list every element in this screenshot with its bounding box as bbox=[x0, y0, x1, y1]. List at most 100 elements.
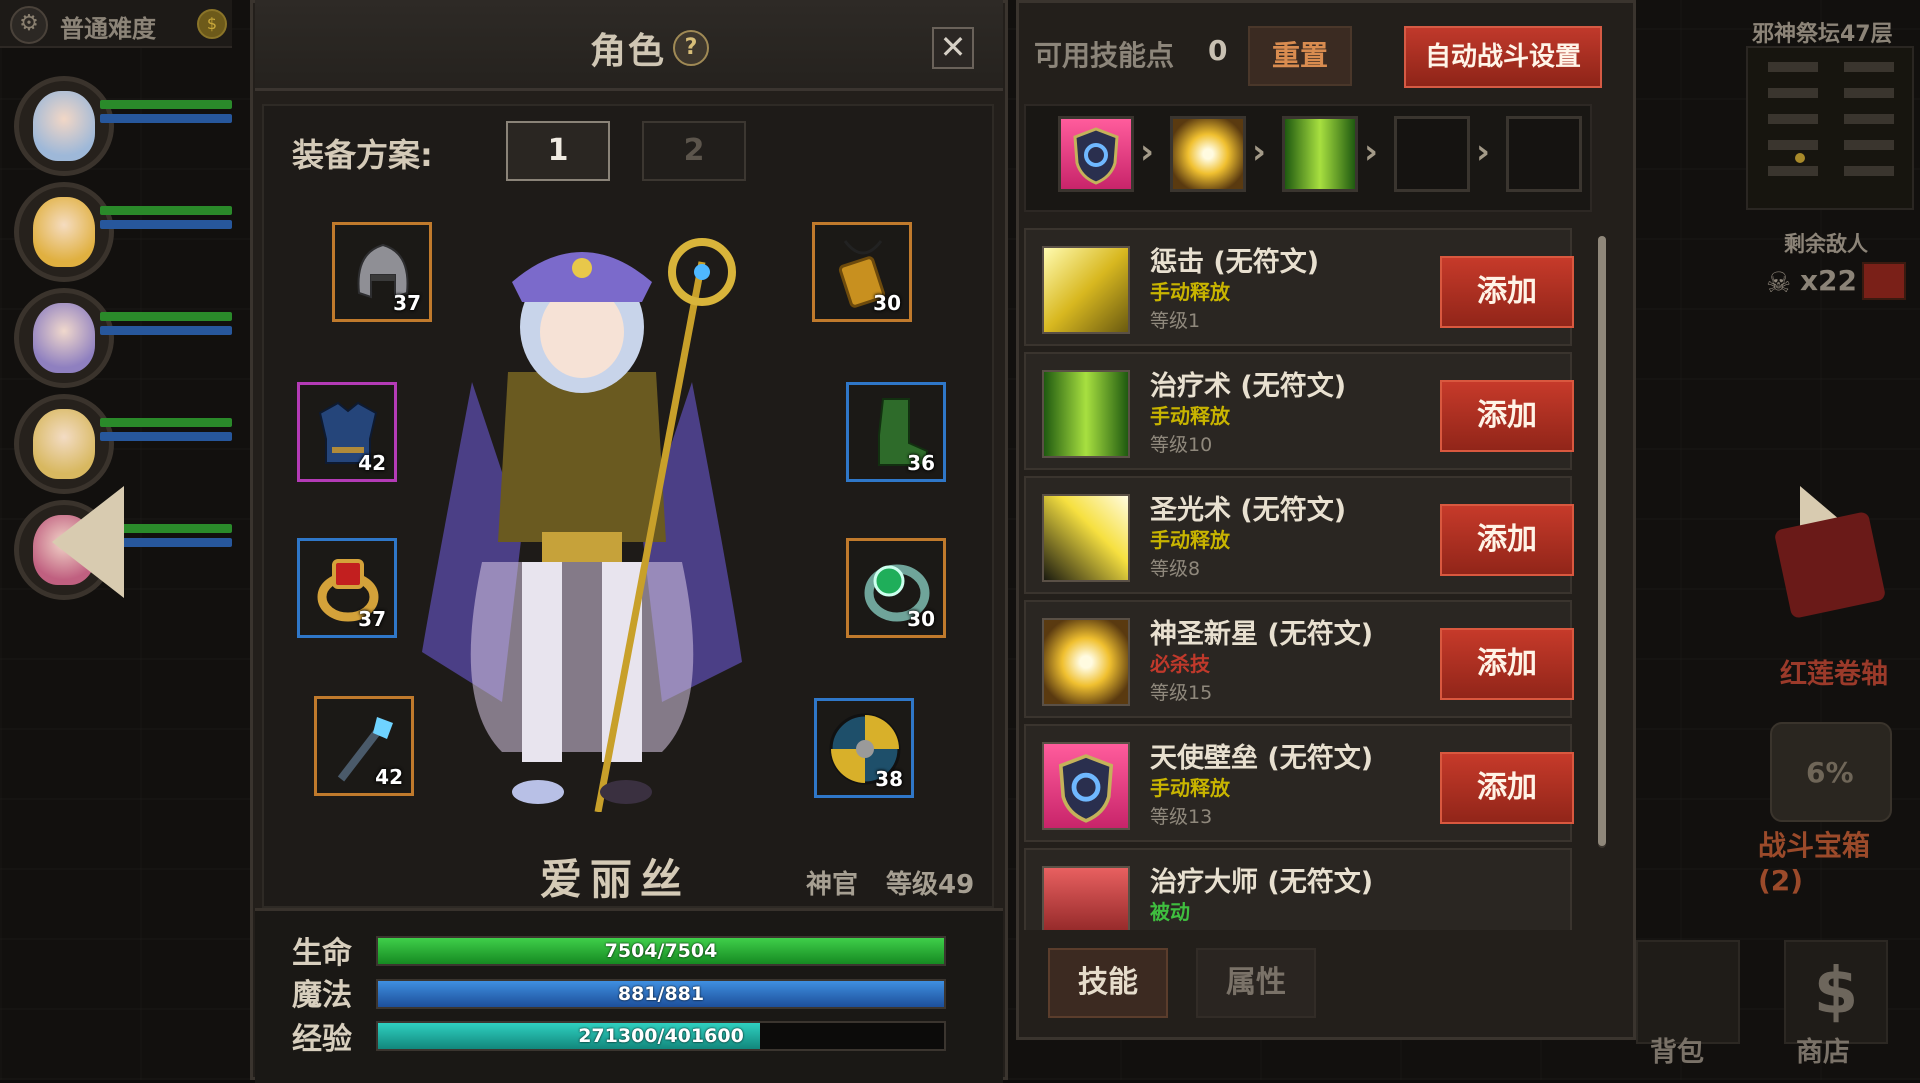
help-icon[interactable]: ? bbox=[673, 30, 709, 66]
scrollbar-thumb[interactable] bbox=[1598, 236, 1606, 846]
auto-battle-settings-button[interactable]: 自动战斗设置 bbox=[1404, 26, 1602, 88]
skill-level: 等级15 bbox=[1150, 682, 1213, 704]
bag-icon[interactable] bbox=[1636, 940, 1740, 1044]
reset-button[interactable]: 重置 bbox=[1248, 26, 1352, 86]
tab-skills[interactable]: 技能 bbox=[1048, 948, 1168, 1018]
shop-icon[interactable]: $ bbox=[1784, 940, 1888, 1044]
treasure-chest-icon bbox=[1862, 262, 1906, 300]
add-skill-button[interactable]: 添加 bbox=[1440, 752, 1574, 824]
weapon-slot[interactable]: 42 bbox=[314, 696, 414, 796]
difficulty-label: 普通难度 bbox=[60, 15, 156, 43]
skill-type: 手动释放 bbox=[1150, 776, 1230, 800]
skill-row[interactable]: 治疗大师 (无符文) 被动 bbox=[1024, 848, 1572, 930]
holy-nova-icon bbox=[1042, 618, 1130, 706]
hero-hp-bar bbox=[100, 312, 232, 321]
chain-slot-shield-skill[interactable] bbox=[1058, 116, 1134, 192]
item-level: 42 bbox=[375, 765, 403, 789]
character-level: 等级49 bbox=[886, 870, 975, 900]
skill-type: 手动释放 bbox=[1150, 528, 1230, 552]
xp-value: 271300/401600 bbox=[578, 1025, 744, 1047]
skill-name: 天使壁垒 (无符文) bbox=[1150, 743, 1374, 774]
equipment-plan-1-button[interactable]: 1 bbox=[506, 121, 610, 181]
gear-icon[interactable]: ⚙ bbox=[10, 6, 48, 44]
chain-arrow-icon: › bbox=[1140, 132, 1155, 172]
remaining-enemies-label: 剩余敌人 bbox=[1784, 232, 1868, 256]
boots-slot[interactable]: 36 bbox=[846, 382, 946, 482]
hero-mp-bar bbox=[100, 326, 232, 335]
amulet-slot[interactable]: 30 bbox=[812, 222, 912, 322]
chain-slot-empty[interactable] bbox=[1506, 116, 1582, 192]
armor-slot[interactable]: 42 bbox=[297, 382, 397, 482]
xp-bar: 271300/401600 bbox=[376, 1021, 946, 1051]
shield-slot[interactable]: 38 bbox=[814, 698, 914, 798]
add-skill-button[interactable]: 添加 bbox=[1440, 628, 1574, 700]
dungeon-floor-label: 邪神祭坛47层 bbox=[1752, 22, 1893, 47]
minimap[interactable] bbox=[1746, 46, 1914, 210]
red-lotus-scroll-label: 红莲卷轴 bbox=[1780, 659, 1888, 690]
party-hero-portrait[interactable] bbox=[14, 394, 114, 494]
smite-icon bbox=[1042, 246, 1130, 334]
party-hero-portrait[interactable] bbox=[14, 182, 114, 282]
xp-label: 经验 bbox=[292, 1022, 352, 1057]
skill-row[interactable]: 天使壁垒 (无符文) 手动释放 等级13 添加 bbox=[1024, 724, 1574, 842]
master-healer-icon bbox=[1042, 866, 1130, 930]
minimap-icon bbox=[1768, 62, 1894, 176]
ring-right-slot[interactable]: 30 bbox=[846, 538, 946, 638]
chain-slot-empty[interactable] bbox=[1394, 116, 1470, 192]
shop-label: 商店 bbox=[1796, 1037, 1850, 1068]
skull-icon: ☠ bbox=[1766, 266, 1792, 299]
skill-name: 神圣新星 (无符文) bbox=[1150, 619, 1374, 650]
skill-level: 等级8 bbox=[1150, 558, 1201, 580]
skill-list-scrollbar[interactable] bbox=[1598, 236, 1606, 848]
angel-shield-icon bbox=[1073, 127, 1119, 185]
skill-name: 治疗术 (无符文) bbox=[1150, 371, 1347, 402]
item-level: 36 bbox=[907, 451, 935, 475]
equipment-plan-2-button[interactable]: 2 bbox=[642, 121, 746, 181]
party-hero-portrait[interactable] bbox=[14, 288, 114, 388]
skill-row[interactable]: 惩击 (无符文) 手动释放 等级1 添加 bbox=[1024, 228, 1574, 346]
heal-icon bbox=[1042, 370, 1130, 458]
chain-arrow-icon: › bbox=[1476, 132, 1491, 172]
item-level: 42 bbox=[358, 451, 386, 475]
equipment-plan-label: 装备方案: bbox=[292, 136, 433, 174]
hero-mp-bar bbox=[100, 220, 232, 229]
item-level: 38 bbox=[875, 767, 903, 791]
remaining-enemies-count: x22 bbox=[1800, 264, 1858, 297]
party-hero-portrait[interactable] bbox=[14, 76, 114, 176]
add-skill-button[interactable]: 添加 bbox=[1440, 504, 1574, 576]
skill-row[interactable]: 神圣新星 (无符文) 必杀技 等级15 添加 bbox=[1024, 600, 1574, 718]
holy-light-icon bbox=[1042, 494, 1130, 582]
tab-attributes[interactable]: 属性 bbox=[1196, 948, 1316, 1018]
character-portrait bbox=[422, 238, 742, 812]
angel-shield-icon bbox=[1042, 742, 1130, 830]
hp-bar: 7504/7504 bbox=[376, 936, 946, 966]
add-skill-button[interactable]: 添加 bbox=[1440, 380, 1574, 452]
skill-row[interactable]: 治疗术 (无符文) 手动释放 等级10 添加 bbox=[1024, 352, 1574, 470]
previous-character-arrow-icon[interactable] bbox=[52, 486, 124, 598]
skill-name: 圣光术 (无符文) bbox=[1150, 495, 1347, 526]
chain-slot-holy-nova-skill[interactable] bbox=[1170, 116, 1246, 192]
skill-type: 必杀技 bbox=[1150, 652, 1210, 676]
close-button[interactable]: ✕ bbox=[932, 27, 974, 69]
item-level: 30 bbox=[907, 607, 935, 631]
skill-level: 等级10 bbox=[1150, 434, 1213, 456]
battle-chest-label: 战斗宝箱 (2) bbox=[1758, 829, 1871, 897]
hero-hp-bar bbox=[100, 418, 232, 427]
skill-type: 手动释放 bbox=[1150, 404, 1230, 428]
ring-left-slot[interactable]: 37 bbox=[297, 538, 397, 638]
chain-slot-heal-skill[interactable] bbox=[1282, 116, 1358, 192]
hero-hp-bar bbox=[100, 206, 232, 215]
coin-icon[interactable]: $ bbox=[197, 9, 227, 39]
hero-mp-bar bbox=[100, 432, 232, 441]
skill-type: 手动释放 bbox=[1150, 280, 1230, 304]
skill-name: 惩击 (无符文) bbox=[1150, 247, 1320, 278]
battle-chest-progress: 6% bbox=[1806, 756, 1854, 789]
skill-list: 惩击 (无符文) 手动释放 等级1 添加 治疗术 (无符文) 手动释放 等级10… bbox=[1024, 224, 1588, 930]
skill-row[interactable]: 圣光术 (无符文) 手动释放 等级8 添加 bbox=[1024, 476, 1574, 594]
chain-arrow-icon: › bbox=[1364, 132, 1379, 172]
skill-points-label: 可用技能点 bbox=[1034, 39, 1175, 72]
mp-label: 魔法 bbox=[292, 978, 352, 1013]
hp-value: 7504/7504 bbox=[604, 940, 718, 962]
skill-type: 被动 bbox=[1150, 900, 1190, 924]
add-skill-button[interactable]: 添加 bbox=[1440, 256, 1574, 328]
